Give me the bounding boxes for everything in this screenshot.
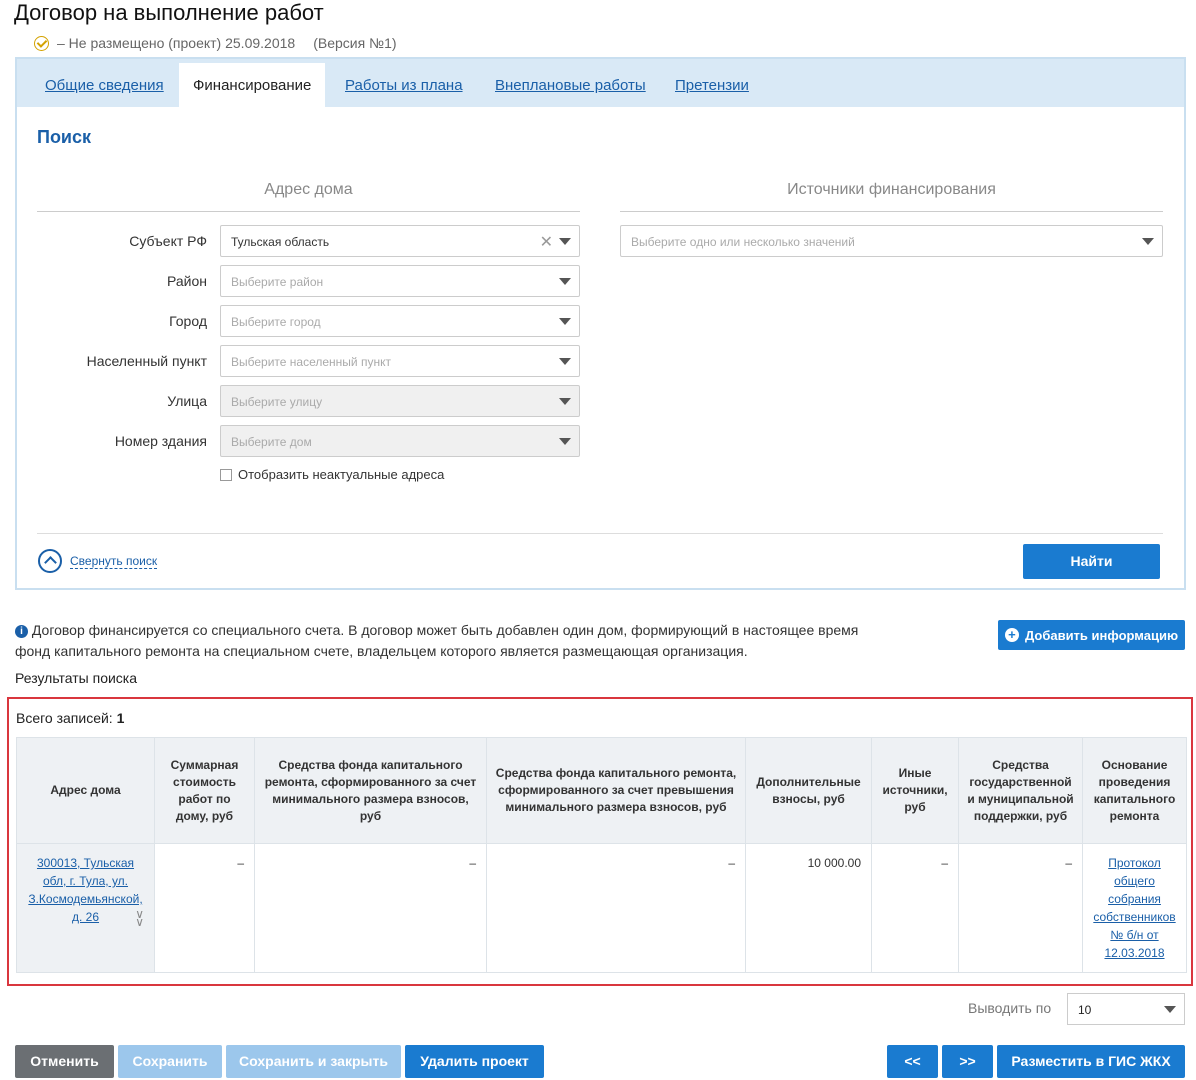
street-select[interactable]: Выберите улицу [220, 385, 580, 417]
cell-fund-excess: – [486, 843, 746, 973]
tab-claims[interactable]: Претензии [675, 77, 749, 94]
total-records: Всего записей: 1 [16, 710, 124, 726]
cancel-button[interactable]: Отменить [15, 1045, 114, 1078]
table-header-row: Адрес дома Суммарная стоимость работ по … [16, 737, 1187, 844]
chevron-down-icon [559, 358, 571, 365]
chevron-up-icon [38, 549, 62, 573]
col-state-support[interactable]: Средства государственной и муниципальной… [958, 737, 1083, 844]
check-circle-icon [34, 35, 49, 51]
col-fund-min[interactable]: Средства фонда капитального ремонта, сфо… [254, 737, 487, 844]
per-page-label: Выводить по [968, 1000, 1052, 1016]
col-basis[interactable]: Основание проведения капитального ремонт… [1082, 737, 1187, 844]
cell-address: 300013, Тульская обл, г. Тула, ул. З.Кос… [16, 843, 155, 973]
field-label-city: Город [169, 313, 207, 329]
next-page-button[interactable]: >> [942, 1045, 993, 1078]
table-row: 300013, Тульская обл, г. Тула, ул. З.Кос… [16, 843, 1187, 973]
delete-project-button[interactable]: Удалить проект [405, 1045, 544, 1078]
find-button[interactable]: Найти [1023, 544, 1160, 579]
chevron-down-icon [559, 238, 571, 245]
cell-state-support: – [958, 843, 1083, 973]
collapse-label: Свернуть поиск [70, 553, 158, 569]
street-placeholder: Выберите улицу [231, 395, 323, 409]
subject-value: Тульская область [231, 235, 330, 249]
tab-financing[interactable]: Финансирование [179, 63, 326, 107]
clear-icon[interactable]: ✕ [540, 232, 553, 252]
results-title: Результаты поиска [15, 670, 138, 686]
settlement-select[interactable]: Выберите населенный пункт [220, 345, 580, 377]
save-button[interactable]: Сохранить [118, 1045, 222, 1078]
settlement-placeholder: Выберите населенный пункт [231, 355, 391, 369]
field-label-subject: Субъект РФ [129, 233, 207, 249]
field-label-street: Улица [167, 393, 207, 409]
save-close-button[interactable]: Сохранить и закрыть [226, 1045, 401, 1078]
field-label-settlement: Населенный пункт [86, 353, 207, 369]
version-text: (Версия №1) [313, 35, 397, 51]
chevron-down-icon [559, 398, 571, 405]
col-additional[interactable]: Дополнительные взносы, руб [745, 737, 872, 844]
results-table: Адрес дома Суммарная стоимость работ по … [16, 737, 1187, 973]
chevron-down-icon [559, 438, 571, 445]
status-line: – Не размещено (проект) 25.09.2018 (Верс… [34, 35, 397, 51]
show-inactive-checkbox[interactable] [220, 468, 232, 481]
address-section-title: Адрес дома [264, 181, 353, 198]
tab-general[interactable]: Общие сведения [45, 77, 164, 94]
search-title: Поиск [37, 127, 92, 147]
status-text: – Не размещено (проект) 25.09.2018 [57, 35, 296, 51]
tab-plan-works[interactable]: Работы из плана [345, 77, 463, 94]
add-information-button[interactable]: + Добавить информацию [998, 620, 1185, 650]
chevron-down-icon [559, 278, 571, 285]
total-value: 1 [116, 710, 125, 726]
divider [620, 211, 1163, 212]
collapse-search-link[interactable]: Свернуть поиск [38, 549, 158, 573]
divider [37, 211, 580, 212]
building-select[interactable]: Выберите дом [220, 425, 580, 457]
field-label-district: Район [167, 273, 207, 289]
field-label-building: Номер здания [114, 433, 207, 449]
col-fund-excess[interactable]: Средства фонда капитального ремонта, сфо… [486, 737, 746, 844]
info-message: i Договор финансируется со специального … [15, 620, 875, 662]
search-panel: Общие сведения Финансирование Работы из … [15, 57, 1186, 590]
show-inactive-row: Отобразить неактуальные адреса [220, 467, 444, 482]
show-inactive-label: Отобразить неактуальные адреса [238, 467, 445, 482]
cell-fund-min: – [254, 843, 487, 973]
chevron-down-icon [1164, 1006, 1176, 1013]
total-label: Всего записей: [16, 710, 113, 726]
city-select[interactable]: Выберите город [220, 305, 580, 337]
col-total-cost[interactable]: Суммарная стоимость работ по дому, руб [154, 737, 255, 844]
sources-select[interactable]: Выберите одно или несколько значений [620, 225, 1163, 257]
cell-other: – [871, 843, 959, 973]
page-title: Договор на выполнение работ [14, 0, 324, 25]
chevron-down-icon [1142, 238, 1154, 245]
basis-link[interactable]: Протокол общего собрания собственников №… [1093, 856, 1175, 960]
info-icon: i [15, 625, 28, 638]
chevron-down-icon [559, 318, 571, 325]
info-text: Договор финансируется со специального сч… [15, 622, 859, 659]
city-placeholder: Выберите город [231, 315, 321, 329]
cell-total-cost: – [154, 843, 255, 973]
sources-section-title: Источники финансирования [787, 181, 996, 198]
divider [37, 533, 1163, 534]
building-placeholder: Выберите дом [231, 435, 312, 449]
double-chevron-down-icon[interactable]: ∨ ∨ [135, 908, 144, 928]
subject-select[interactable]: Тульская область ✕ [220, 225, 580, 257]
plus-circle-icon: + [1004, 628, 1019, 642]
results-box: Всего записей: 1 Адрес дома Суммарная ст… [7, 697, 1193, 986]
col-address[interactable]: Адрес дома [16, 737, 155, 844]
district-placeholder: Выберите район [231, 275, 324, 289]
prev-page-button[interactable]: << [887, 1045, 938, 1078]
add-information-label: Добавить информацию [1024, 627, 1179, 643]
sources-placeholder: Выберите одно или несколько значений [631, 235, 855, 249]
district-select[interactable]: Выберите район [220, 265, 580, 297]
tab-unplanned-works[interactable]: Внеплановые работы [495, 77, 646, 94]
per-page-value: 10 [1078, 1003, 1092, 1017]
per-page-select[interactable]: 10 [1067, 993, 1185, 1025]
cell-basis: Протокол общего собрания собственников №… [1082, 843, 1187, 973]
publish-button[interactable]: Разместить в ГИС ЖКХ [997, 1045, 1185, 1078]
tab-bar: Общие сведения Финансирование Работы из … [17, 59, 1184, 107]
cell-additional: 10 000.00 [745, 843, 872, 973]
col-other[interactable]: Иные источники, руб [871, 737, 959, 844]
address-link[interactable]: 300013, Тульская обл, г. Тула, ул. З.Кос… [28, 856, 142, 924]
